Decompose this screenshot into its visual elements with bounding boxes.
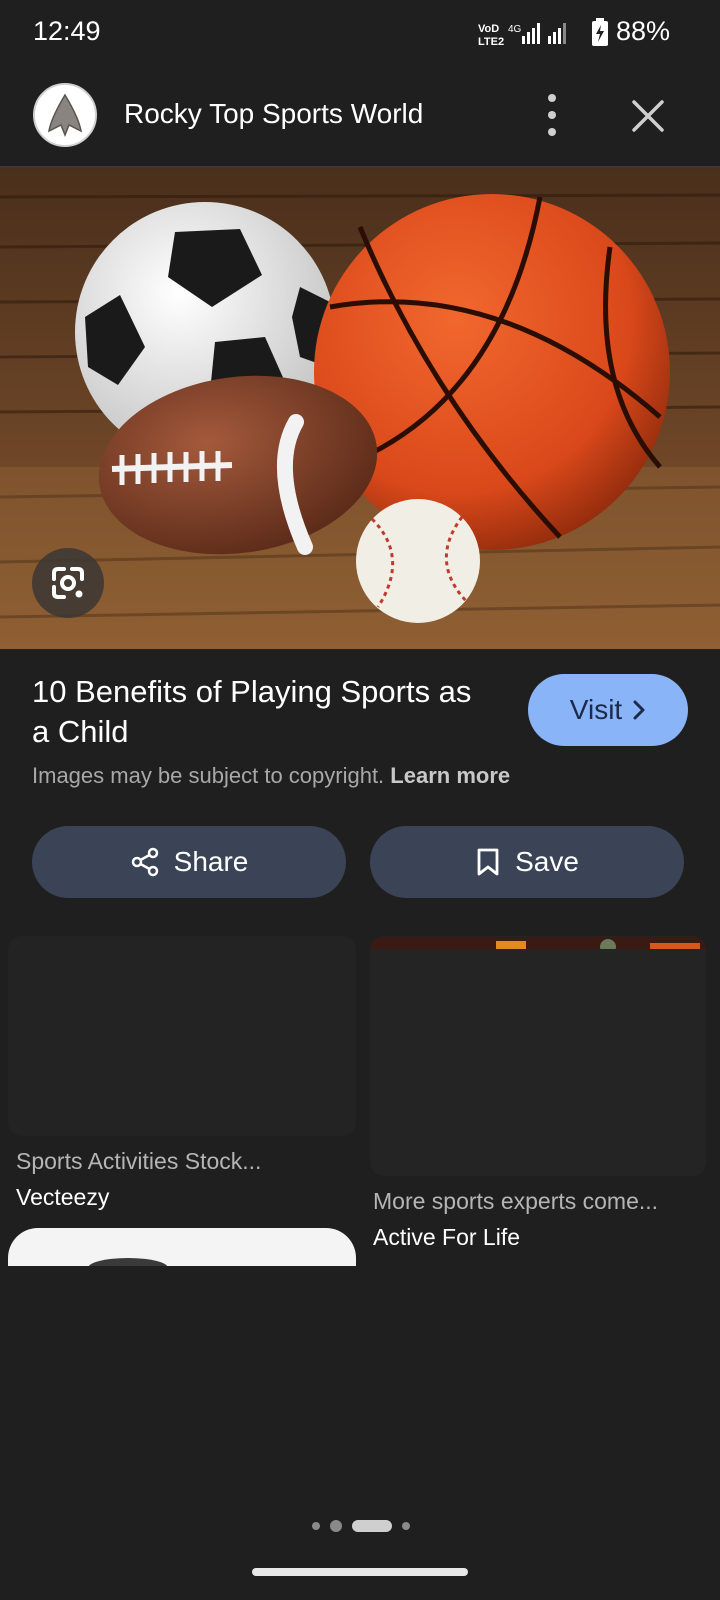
close-icon[interactable]: [630, 98, 666, 134]
related-source-1[interactable]: Vecteezy: [16, 1184, 109, 1211]
bookmark-icon: [477, 848, 499, 876]
battery-percent: 88%: [616, 16, 671, 46]
page-dot: [312, 1522, 320, 1530]
page-dot: [402, 1522, 410, 1530]
related-title-2[interactable]: More sports experts come...: [373, 1188, 658, 1215]
image-top-edge: [88, 1258, 168, 1266]
related-image-1[interactable]: [8, 936, 356, 1136]
copyright-notice: Images may be subject to copyright. Lear…: [32, 763, 510, 789]
network-signal-icon: VoD LTE2 4G: [478, 23, 566, 46]
hero-image[interactable]: [0, 167, 720, 649]
image-top-edge: [370, 937, 706, 955]
site-name[interactable]: Rocky Top Sports World: [124, 98, 423, 130]
related-image-2[interactable]: [370, 936, 706, 1176]
save-label: Save: [515, 846, 579, 877]
more-vert-icon[interactable]: [536, 94, 568, 136]
visit-button[interactable]: Visit: [528, 674, 688, 746]
related-image-3[interactable]: [8, 1228, 356, 1266]
share-button[interactable]: Share: [32, 826, 346, 898]
learn-more-link[interactable]: Learn more: [390, 763, 510, 788]
battery-charging-icon: [592, 18, 608, 46]
share-icon: [131, 847, 158, 877]
save-button[interactable]: Save: [370, 826, 684, 898]
page-dot: [330, 1520, 342, 1532]
google-lens-button[interactable]: [32, 548, 104, 618]
result-title[interactable]: 10 Benefits of Playing Sports as a Child: [32, 672, 492, 752]
sports-balls-photo: [0, 167, 720, 649]
copyright-text: Images may be subject to copyright.: [32, 763, 385, 788]
results-loading-area: [0, 1266, 720, 1600]
related-source-2[interactable]: Active For Life: [373, 1224, 520, 1251]
home-indicator[interactable]: [252, 1568, 468, 1576]
google-lens-icon: [52, 567, 84, 599]
svg-text:4G: 4G: [508, 24, 522, 35]
page-indicator: [312, 1518, 412, 1534]
chevron-right-icon: [633, 700, 645, 720]
share-label: Share: [173, 846, 249, 877]
svg-text:LTE2: LTE2: [478, 36, 504, 46]
status-bar: [0, 0, 720, 66]
status-time: 12:49: [33, 16, 101, 46]
svg-text:VoD: VoD: [478, 23, 499, 35]
arrowhead-logo-icon: [48, 93, 82, 137]
page-dot-active: [352, 1520, 392, 1532]
visit-label: Visit: [569, 694, 623, 725]
site-avatar[interactable]: [33, 83, 97, 147]
related-title-1[interactable]: Sports Activities Stock...: [16, 1148, 261, 1175]
